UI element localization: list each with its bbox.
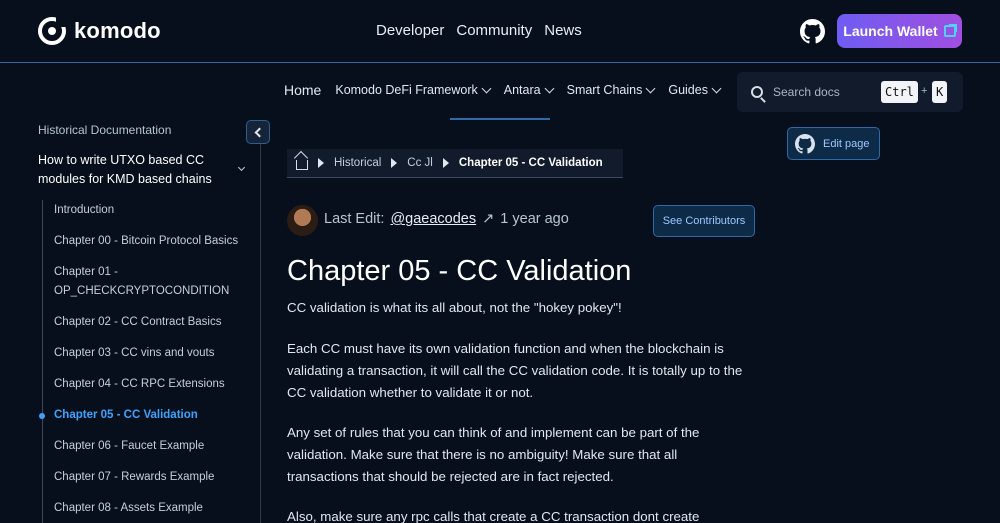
- breadcrumb: Historical Cc Jl Chapter 05 - CC Validat…: [287, 149, 623, 178]
- content-paragraph: Also, make sure any rpc calls that creat…: [287, 509, 700, 523]
- docs-nav-home[interactable]: Home: [284, 82, 321, 98]
- avatar: [287, 205, 318, 236]
- last-edit-time: 1 year ago: [500, 211, 569, 227]
- logo-text: komodo: [74, 18, 161, 43]
- breadcrumb-item[interactable]: Cc Jl: [407, 157, 433, 169]
- sidebar-item-active[interactable]: Chapter 05 - CC Validation: [54, 406, 254, 425]
- docs-nav: Home Komodo DeFi Framework Antara Smart …: [284, 82, 722, 98]
- komodo-logo-icon: [38, 16, 67, 45]
- breadcrumb-current: Chapter 05 - CC Validation: [458, 157, 603, 169]
- external-arrow-icon: ↗: [482, 211, 495, 227]
- content-paragraph: Any set of rules that you can think of a…: [287, 425, 700, 484]
- sidebar-item[interactable]: Chapter 02 - CC Contract Basics: [54, 313, 254, 332]
- sidebar-item[interactable]: Chapter 00 - Bitcoin Protocol Basics: [54, 232, 254, 251]
- external-link-icon: [943, 24, 957, 37]
- docs-nav-label: Antara: [503, 83, 541, 97]
- home-icon[interactable]: [296, 160, 308, 170]
- docs-nav-guides[interactable]: Guides: [668, 83, 722, 97]
- docs-nav-komodo-defi[interactable]: Komodo DeFi Framework: [335, 83, 492, 97]
- nav-developer[interactable]: Developer: [376, 22, 444, 39]
- last-edit-info: Last Edit: @gaeacodes ↗ 1 year ago: [324, 211, 569, 227]
- sidebar-item[interactable]: Chapter 08 - Assets Example: [54, 499, 254, 518]
- search-box[interactable]: Search docs Ctrl + K: [737, 72, 963, 112]
- docs-nav-antara[interactable]: Antara: [503, 83, 555, 97]
- github-icon: [795, 133, 815, 154]
- sidebar-tree-line: [42, 200, 43, 523]
- nav-community[interactable]: Community: [456, 22, 532, 39]
- see-contributors-button[interactable]: See Contributors: [653, 205, 755, 237]
- sidebar-item[interactable]: Chapter 03 - CC vins and vouts: [54, 344, 254, 363]
- top-header: komodo Developer Community News Launch W…: [0, 0, 1000, 63]
- sidebar-section-title[interactable]: How to write UTXO based CC modules for K…: [38, 151, 228, 189]
- docs-nav-label: Smart Chains: [566, 83, 643, 97]
- active-indicator-dot: [39, 413, 45, 419]
- sidebar-item[interactable]: Chapter 06 - Faucet Example: [54, 437, 254, 456]
- breadcrumb-separator-icon: [391, 158, 398, 168]
- github-icon[interactable]: [800, 19, 825, 44]
- sidebar-item[interactable]: Chapter 07 - Rewards Example: [54, 468, 254, 487]
- chevron-left-icon: [254, 127, 265, 137]
- docs-nav-label: Komodo DeFi Framework: [335, 83, 478, 97]
- content-paragraph: CC validation is what its all about, not…: [287, 300, 622, 315]
- editor-link[interactable]: @gaeacodes: [390, 211, 476, 227]
- sidebar-heading[interactable]: Historical Documentation: [38, 123, 171, 137]
- page-title: Chapter 05 - CC Validation: [287, 255, 632, 287]
- kbd-plus: +: [921, 85, 928, 97]
- kbd-ctrl: Ctrl: [881, 81, 918, 103]
- sidebar-item[interactable]: Chapter 01 - OP_CHECKCRYPTOCONDITION: [54, 263, 234, 301]
- search-placeholder: Search docs: [773, 85, 840, 99]
- top-nav: Developer Community News: [376, 22, 582, 39]
- collapse-sidebar-button[interactable]: [246, 120, 270, 144]
- sidebar-divider: [260, 120, 261, 523]
- sidebar-item[interactable]: Introduction: [54, 201, 254, 220]
- kbd-k: K: [932, 81, 948, 103]
- breadcrumb-item[interactable]: Historical: [334, 157, 381, 169]
- docs-nav-label: Guides: [668, 83, 708, 97]
- launch-wallet-label: Launch Wallet: [843, 23, 938, 39]
- chevron-down-icon: [481, 83, 492, 93]
- sidebar-item[interactable]: Chapter 04 - CC RPC Extensions: [54, 375, 254, 394]
- chevron-down-icon[interactable]: [237, 163, 246, 172]
- search-icon: [751, 86, 763, 98]
- nav-news[interactable]: News: [544, 22, 582, 39]
- breadcrumb-separator-icon: [318, 158, 324, 168]
- edit-page-label: Edit page: [823, 137, 870, 150]
- launch-wallet-button[interactable]: Launch Wallet: [837, 14, 962, 48]
- content-paragraph: Each CC must have its own validation fun…: [287, 341, 743, 400]
- chevron-down-icon: [711, 83, 722, 93]
- active-nav-underline: [450, 118, 550, 120]
- chevron-down-icon: [544, 83, 555, 93]
- edit-page-button[interactable]: Edit page: [787, 127, 880, 160]
- breadcrumb-separator-icon: [442, 158, 449, 168]
- docs-nav-smart-chains[interactable]: Smart Chains: [566, 83, 656, 97]
- chevron-down-icon: [645, 83, 656, 93]
- last-edit-label: Last Edit:: [324, 211, 385, 227]
- komodo-logo[interactable]: komodo: [38, 16, 161, 45]
